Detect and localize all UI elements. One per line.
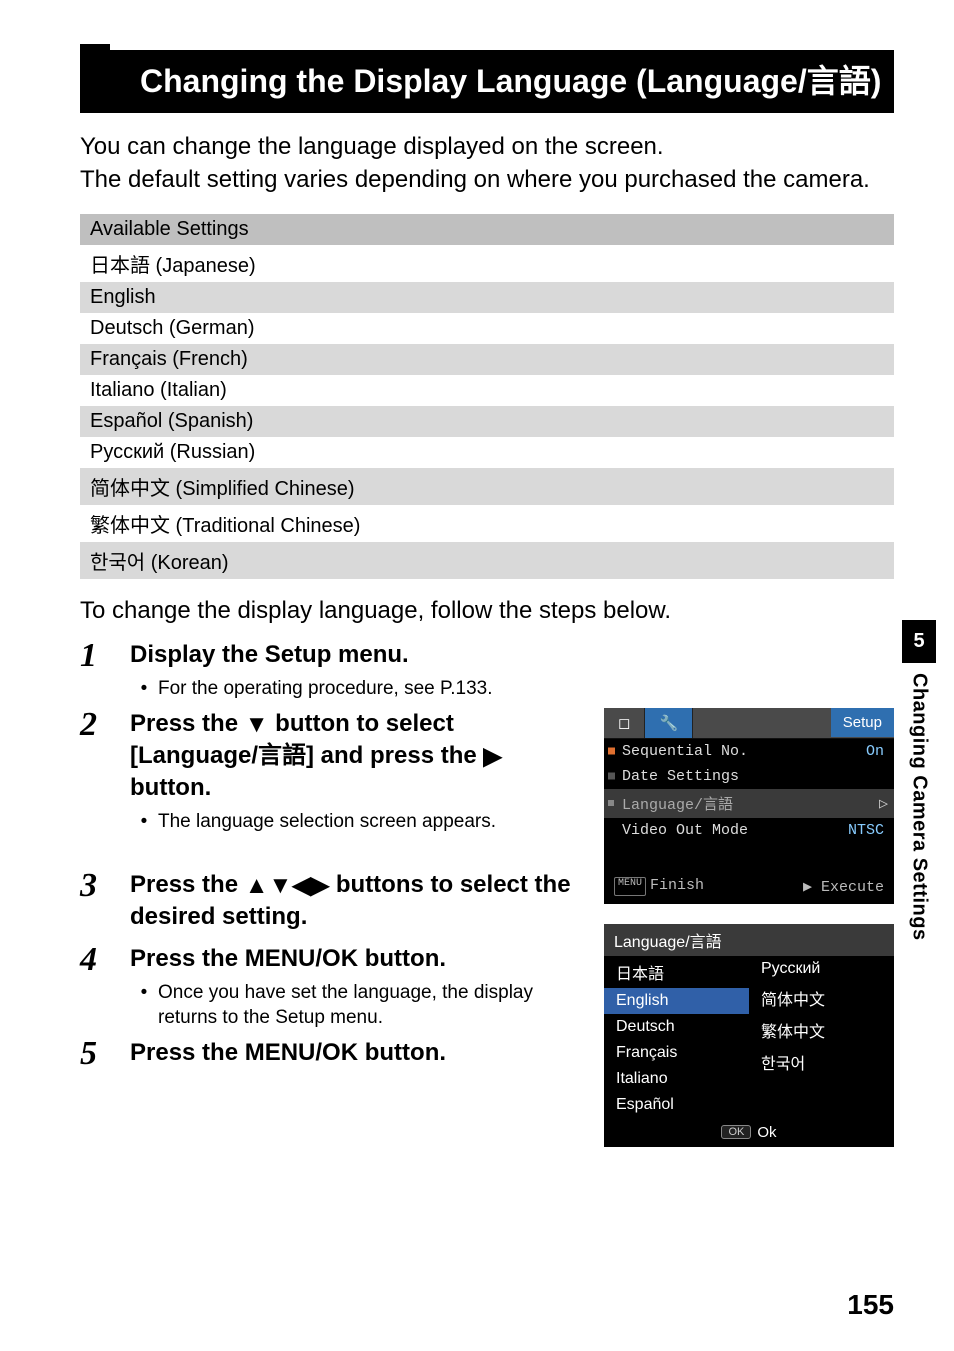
step-bullet: • For the operating procedure, see P.133… bbox=[130, 676, 894, 702]
bullet-dot: • bbox=[130, 980, 158, 1031]
dialog-header: Language/言語 bbox=[604, 924, 894, 956]
bullet-text: For the operating procedure, see P.133. bbox=[158, 676, 493, 702]
step-number: 2 bbox=[80, 708, 130, 742]
step-bullet: • The language selection screen appears. bbox=[130, 809, 580, 835]
table-row: English bbox=[80, 282, 894, 313]
lang-option: Español bbox=[604, 1092, 749, 1118]
down-triangle-icon: ▼ bbox=[245, 709, 269, 740]
menu-item: Language/言語 bbox=[622, 793, 733, 814]
up-triangle-icon: ▲ bbox=[245, 870, 269, 901]
table-row: Русский (Russian) bbox=[80, 437, 894, 468]
setup-label: Setup bbox=[831, 708, 894, 737]
camera-setup-screenshot: ◻ 🔧 Setup Sequential No. On Date Settings… bbox=[604, 708, 894, 904]
lang-option: Français bbox=[604, 1040, 749, 1066]
bullet-text: The language selection screen appears. bbox=[158, 809, 496, 835]
table-row: Deutsch (German) bbox=[80, 313, 894, 344]
menu-badge: MENU bbox=[614, 877, 646, 896]
table-row: 한국어 (Korean) bbox=[80, 542, 894, 579]
footer-left: Finish bbox=[650, 877, 704, 896]
step-number: 5 bbox=[80, 1037, 130, 1071]
intro-text: You can change the language displayed on… bbox=[80, 131, 894, 196]
language-select-screenshot: Language/言語 日本語 English Deutsch Français… bbox=[604, 924, 894, 1147]
down-triangle-icon: ▼ bbox=[269, 870, 293, 901]
menu-item: Video Out Mode bbox=[622, 822, 748, 839]
menu-item: Date Settings bbox=[622, 768, 739, 785]
ok-badge: OK bbox=[721, 1125, 751, 1139]
table-row: 日本語 (Japanese) bbox=[80, 245, 894, 282]
chapter-label: Changing Camera Settings bbox=[908, 673, 931, 941]
section-title: Changing the Display Language (Language/… bbox=[80, 50, 894, 113]
right-triangle-icon: ▶ bbox=[311, 870, 329, 901]
lang-option: 日本語 bbox=[604, 956, 749, 988]
step-number: 1 bbox=[80, 639, 130, 673]
menu-value: On bbox=[866, 743, 884, 760]
footer-right: ▶ Execute bbox=[803, 877, 884, 896]
menu-value: NTSC bbox=[848, 822, 884, 839]
step-4: 4 Press the MENU/OK button. • Once you h… bbox=[80, 943, 580, 1031]
table-row: 简体中文 (Simplified Chinese) bbox=[80, 468, 894, 505]
step-title: Display the Setup menu. bbox=[130, 639, 894, 670]
camera-tab-icon: ◻ bbox=[604, 708, 645, 738]
step-title: Press the MENU/OK button. bbox=[130, 1037, 580, 1068]
lang-option: 한국어 bbox=[749, 1046, 894, 1078]
t: Press the bbox=[130, 710, 245, 737]
step-title: Press the MENU/OK button. bbox=[130, 943, 580, 974]
lang-option: 简体中文 bbox=[749, 982, 894, 1014]
right-arrow-icon: ▷ bbox=[879, 794, 888, 813]
bullet-dot: • bbox=[130, 676, 158, 702]
lang-option bbox=[749, 1078, 894, 1086]
step-5: 5 Press the MENU/OK button. bbox=[80, 1037, 580, 1071]
t: button. bbox=[130, 774, 211, 801]
page-number: 155 bbox=[847, 1289, 894, 1321]
settings-table: Available Settings 日本語 (Japanese) Englis… bbox=[80, 214, 894, 579]
lang-option: Deutsch bbox=[604, 1014, 749, 1040]
chapter-number: 5 bbox=[902, 620, 936, 663]
ok-label: Ok bbox=[757, 1124, 776, 1141]
step-number: 4 bbox=[80, 943, 130, 977]
table-row: 繁体中文 (Traditional Chinese) bbox=[80, 505, 894, 542]
table-header: Available Settings bbox=[80, 214, 894, 245]
t: Press the bbox=[130, 871, 245, 898]
table-row: Italiano (Italian) bbox=[80, 375, 894, 406]
left-triangle-icon: ◀ bbox=[292, 870, 310, 901]
table-row: Français (French) bbox=[80, 344, 894, 375]
step-1: 1 Display the Setup menu. • For the oper… bbox=[80, 639, 894, 702]
menu-item: Sequential No. bbox=[622, 743, 748, 760]
bullet-dot: • bbox=[130, 809, 158, 835]
right-triangle-icon: ▶ bbox=[483, 741, 501, 772]
table-row: Español (Spanish) bbox=[80, 406, 894, 437]
step-bullet: • Once you have set the language, the di… bbox=[130, 980, 580, 1031]
setup-tab-icon: 🔧 bbox=[645, 708, 693, 738]
bullet-text: Once you have set the language, the disp… bbox=[158, 980, 580, 1031]
section-title-text: Changing the Display Language (Language/… bbox=[140, 60, 882, 103]
lang-option: Italiano bbox=[604, 1066, 749, 1092]
instruction-lead: To change the display language, follow t… bbox=[80, 597, 894, 625]
lang-option: Русский bbox=[749, 956, 894, 982]
step-title: Press the ▼ button to select [Language/言… bbox=[130, 708, 580, 804]
step-2: 2 Press the ▼ button to select [Language… bbox=[80, 708, 580, 835]
step-title: Press the ▲▼◀▶ buttons to select the des… bbox=[130, 869, 580, 932]
lang-option bbox=[749, 1086, 894, 1094]
chapter-tab: 5 Changing Camera Settings bbox=[902, 620, 936, 941]
step-3: 3 Press the ▲▼◀▶ buttons to select the d… bbox=[80, 869, 580, 932]
step-number: 3 bbox=[80, 869, 130, 903]
lang-option: 繁体中文 bbox=[749, 1014, 894, 1046]
lang-option-selected: English bbox=[604, 988, 749, 1014]
